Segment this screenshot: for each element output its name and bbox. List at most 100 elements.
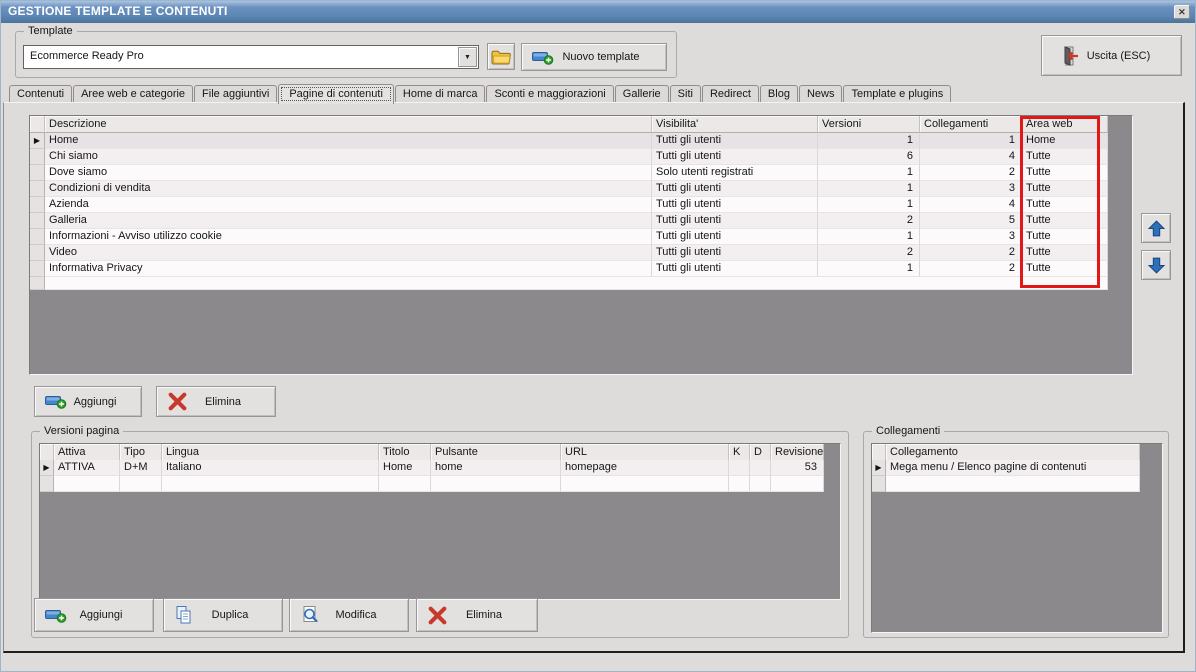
table-row[interactable]: Condizioni di vendita Tutti gli utenti 1…	[30, 181, 1108, 197]
col-header-descrizione[interactable]: Descrizione	[45, 116, 652, 133]
table-row-empty[interactable]	[872, 476, 1140, 492]
cell-visibilita: Tutti gli utenti	[652, 181, 818, 197]
chevron-down-icon[interactable]: ▼	[458, 47, 477, 67]
row-selector	[30, 213, 45, 229]
col-header-url[interactable]: URL	[561, 444, 729, 461]
tab-siti[interactable]: Siti	[669, 85, 701, 102]
row-selector	[40, 476, 54, 492]
tab-home-di-marca[interactable]: Home di marca	[394, 85, 486, 102]
move-down-button[interactable]	[1141, 250, 1171, 280]
cell-lingua: Italiano	[162, 460, 379, 476]
tab-redirect[interactable]: Redirect	[701, 85, 759, 102]
cell-empty	[886, 476, 1140, 492]
tab-strip: Contenuti Aree web e categorie File aggi…	[9, 84, 952, 104]
tab-template-e-plugins[interactable]: Template e plugins	[843, 85, 952, 102]
close-icon[interactable]: ✕	[1174, 5, 1190, 19]
cell-versioni: 1	[818, 181, 920, 197]
cell-visibilita: Tutti gli utenti	[652, 149, 818, 165]
row-selector	[30, 277, 45, 290]
cell-pulsante: home	[431, 460, 561, 476]
delete-version-button[interactable]: Elimina	[416, 598, 538, 632]
modify-version-button[interactable]: Modifica	[289, 598, 409, 632]
versions-table[interactable]: Attiva Tipo Lingua Titolo Pulsante URL K…	[39, 443, 841, 600]
cell-collegamenti: 3	[920, 229, 1022, 245]
col-header-d[interactable]: D	[750, 444, 771, 461]
tab-news[interactable]: News	[798, 85, 843, 102]
tab-contenuti[interactable]: Contenuti	[9, 85, 73, 102]
area-web-highlight	[1020, 116, 1100, 288]
tab-pagine-di-contenuti[interactable]: Pagine di contenuti	[278, 84, 394, 104]
folder-icon	[491, 49, 511, 65]
cell-versioni: 1	[818, 165, 920, 181]
tab-file-aggiuntivi[interactable]: File aggiuntivi	[194, 85, 278, 102]
cell-tipo: D+M	[120, 460, 162, 476]
table-row[interactable]: ▶ ATTIVA D+M Italiano Home home homepage…	[40, 460, 824, 476]
table-row[interactable]: Video Tutti gli utenti 2 2 Tutte	[30, 245, 1108, 261]
current-row-marker-icon: ▶	[872, 460, 886, 476]
cell-collegamenti: 2	[920, 165, 1022, 181]
tab-blog[interactable]: Blog	[759, 85, 798, 102]
page-versions-groupbox-label: Versioni pagina	[40, 425, 124, 437]
col-header-titolo[interactable]: Titolo	[379, 444, 431, 461]
col-header-collegamenti[interactable]: Collegamenti	[920, 116, 1022, 133]
delete-x-icon	[427, 605, 448, 626]
col-header-tipo[interactable]: Tipo	[120, 444, 162, 461]
table-row[interactable]: ▶ Mega menu / Elenco pagine di contenuti	[872, 460, 1140, 476]
table-row-empty[interactable]	[30, 277, 1108, 290]
cell-empty	[120, 476, 162, 492]
row-selector	[30, 165, 45, 181]
delete-page-button[interactable]: Elimina	[156, 386, 276, 417]
add-page-button[interactable]: Aggiungi	[34, 386, 142, 417]
pages-table[interactable]: Descrizione Visibilita' Versioni Collega…	[29, 115, 1133, 375]
move-up-button[interactable]	[1141, 213, 1171, 243]
cell-versioni: 1	[818, 229, 920, 245]
row-selector	[30, 261, 45, 277]
col-header-versioni[interactable]: Versioni	[818, 116, 920, 133]
cell-collegamenti: 1	[920, 133, 1022, 149]
cell-versioni: 2	[818, 213, 920, 229]
col-header-attiva[interactable]: Attiva	[54, 444, 120, 461]
col-header-pulsante[interactable]: Pulsante	[431, 444, 561, 461]
cell-collegamenti: 2	[920, 245, 1022, 261]
cell-visibilita: Tutti gli utenti	[652, 133, 818, 149]
table-row[interactable]: Chi siamo Tutti gli utenti 6 4 Tutte	[30, 149, 1108, 165]
cell-collegamenti: 2	[920, 261, 1022, 277]
col-header-visibilita[interactable]: Visibilita'	[652, 116, 818, 133]
cell-empty	[771, 476, 824, 492]
tab-gallerie[interactable]: Gallerie	[614, 85, 669, 102]
open-folder-button[interactable]	[487, 43, 515, 70]
cell-visibilita: Tutti gli utenti	[652, 197, 818, 213]
exit-button[interactable]: Uscita (ESC)	[1041, 35, 1182, 76]
table-row[interactable]: ▶ Home Tutti gli utenti 1 1 Home	[30, 133, 1108, 149]
template-select[interactable]: Ecommerce Ready Pro ▼	[23, 45, 479, 69]
col-header-k[interactable]: K	[729, 444, 750, 461]
duplicate-version-button[interactable]: Duplica	[163, 598, 283, 632]
table-row[interactable]: Dove siamo Solo utenti registrati 1 2 Tu…	[30, 165, 1108, 181]
add-version-button[interactable]: Aggiungi	[34, 598, 154, 632]
cell-descrizione: Azienda	[45, 197, 652, 213]
row-selector	[30, 229, 45, 245]
table-row[interactable]: Informazioni - Avviso utilizzo cookie Tu…	[30, 229, 1108, 245]
cell-empty	[750, 476, 771, 492]
cell-versioni: 2	[818, 245, 920, 261]
col-header-collegamento[interactable]: Collegamento	[886, 444, 1140, 461]
table-row[interactable]: Azienda Tutti gli utenti 1 4 Tutte	[30, 197, 1108, 213]
cell-attiva: ATTIVA	[54, 460, 120, 476]
new-template-button[interactable]: Nuovo template	[521, 43, 667, 71]
add-icon	[45, 608, 67, 623]
pages-table-body: ▶ Home Tutti gli utenti 1 1 Home Chi sia…	[30, 133, 1108, 290]
links-table[interactable]: Collegamento ▶ Mega menu / Elenco pagine…	[871, 443, 1163, 633]
col-header-revisione[interactable]: Revisione	[771, 444, 824, 461]
table-row-empty[interactable]	[40, 476, 824, 492]
cell-descrizione: Video	[45, 245, 652, 261]
col-header-lingua[interactable]: Lingua	[162, 444, 379, 461]
tab-sconti-e-maggiorazioni[interactable]: Sconti e maggiorazioni	[486, 85, 614, 102]
cell-empty	[54, 476, 120, 492]
table-row[interactable]: Galleria Tutti gli utenti 2 5 Tutte	[30, 213, 1108, 229]
table-row[interactable]: Informativa Privacy Tutti gli utenti 1 2…	[30, 261, 1108, 277]
tab-aree-web-e-categorie[interactable]: Aree web e categorie	[73, 85, 194, 102]
arrow-down-icon	[1147, 256, 1166, 275]
delete-x-icon	[167, 391, 188, 412]
current-row-marker-icon: ▶	[30, 133, 45, 149]
links-groupbox-label: Collegamenti	[872, 425, 945, 437]
